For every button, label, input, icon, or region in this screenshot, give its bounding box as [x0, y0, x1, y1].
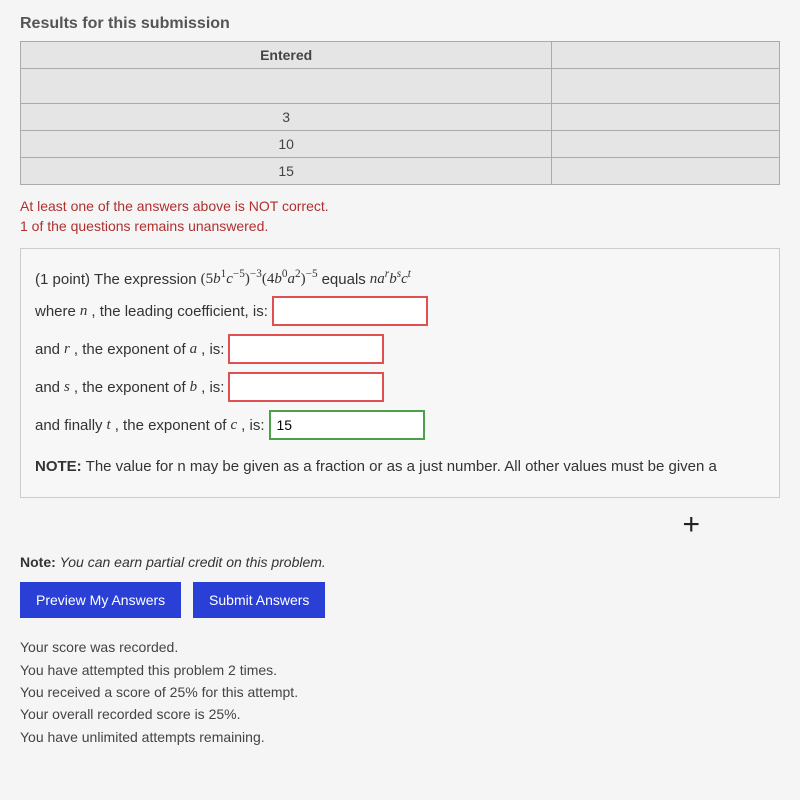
partial-text: You can earn partial credit on this prob…	[60, 554, 326, 570]
s-input[interactable]	[228, 372, 384, 402]
r-label-pre: and	[35, 341, 60, 358]
var-c: c	[230, 417, 237, 434]
results-table: Entered 3 10 15	[20, 41, 780, 185]
note-label: NOTE:	[35, 458, 82, 475]
note-line: NOTE: The value for n may be given as a …	[35, 458, 765, 475]
preview-button[interactable]: Preview My Answers	[20, 582, 181, 618]
n-line: where n , the leading coefficient, is:	[35, 296, 765, 326]
var-a: a	[190, 341, 198, 358]
table-row: 3	[21, 104, 780, 131]
partial-credit-note: Note: You can earn partial credit on thi…	[20, 554, 780, 570]
status-line: Your score was recorded.	[20, 636, 780, 658]
intro-text: The expression	[94, 271, 197, 288]
partial-label: Note:	[20, 554, 60, 570]
table-row: 10	[21, 131, 780, 158]
var-b: b	[190, 379, 198, 396]
status-line: Your overall recorded score is 25%.	[20, 703, 780, 725]
equals-text: equals	[322, 271, 366, 288]
results-heading: Results for this submission	[20, 15, 780, 33]
problem-statement: (1 point) The expression (5b1c−5)−3(4b0a…	[35, 271, 765, 288]
note-text: The value for n may be given as a fracti…	[86, 458, 717, 475]
s-label-post: , is:	[201, 379, 224, 396]
feedback-line: 1 of the questions remains unanswered.	[20, 217, 780, 237]
t-input[interactable]	[269, 410, 425, 440]
r-input[interactable]	[228, 334, 384, 364]
table-row	[21, 69, 780, 104]
expression: (5b1c−5)−3(4b0a2)−5	[201, 271, 318, 288]
var-s: s	[64, 379, 70, 396]
t-line: and finally t , the exponent of c , is:	[35, 410, 765, 440]
r-label: , the exponent of	[74, 341, 186, 358]
button-row: Preview My Answers Submit Answers	[20, 582, 780, 618]
var-n: n	[80, 303, 88, 320]
blank-cell	[552, 158, 780, 185]
var-r: r	[64, 341, 70, 358]
r-label-post: , is:	[201, 341, 224, 358]
status-block: Your score was recorded. You have attemp…	[20, 636, 780, 748]
table-row: 15	[21, 158, 780, 185]
status-line: You have unlimited attempts remaining.	[20, 726, 780, 748]
var-t: t	[107, 417, 111, 434]
s-label-pre: and	[35, 379, 60, 396]
feedback-line: At least one of the answers above is NOT…	[20, 197, 780, 217]
blank-cell	[552, 131, 780, 158]
submit-button[interactable]: Submit Answers	[193, 582, 325, 618]
n-label-pre: where	[35, 303, 76, 320]
col-header-blank	[552, 42, 780, 69]
t-label-pre: and finally	[35, 417, 103, 434]
status-line: You received a score of 25% for this att…	[20, 681, 780, 703]
col-header-entered: Entered	[21, 42, 552, 69]
r-line: and r , the exponent of a , is:	[35, 334, 765, 364]
plus-icon[interactable]: +	[20, 508, 780, 542]
points-label: (1 point)	[35, 271, 90, 288]
n-label: , the leading coefficient, is:	[91, 303, 268, 320]
s-line: and s , the exponent of b , is:	[35, 372, 765, 402]
target-form: narbsct	[370, 271, 411, 288]
status-line: You have attempted this problem 2 times.	[20, 659, 780, 681]
blank-cell	[552, 104, 780, 131]
s-label: , the exponent of	[74, 379, 186, 396]
entered-cell: 10	[21, 131, 552, 158]
n-input[interactable]	[272, 296, 428, 326]
entered-cell: 15	[21, 158, 552, 185]
t-label: , the exponent of	[115, 417, 227, 434]
feedback-block: At least one of the answers above is NOT…	[20, 197, 780, 236]
entered-cell: 3	[21, 104, 552, 131]
problem-box: (1 point) The expression (5b1c−5)−3(4b0a…	[20, 248, 780, 498]
t-label-post: , is:	[241, 417, 264, 434]
